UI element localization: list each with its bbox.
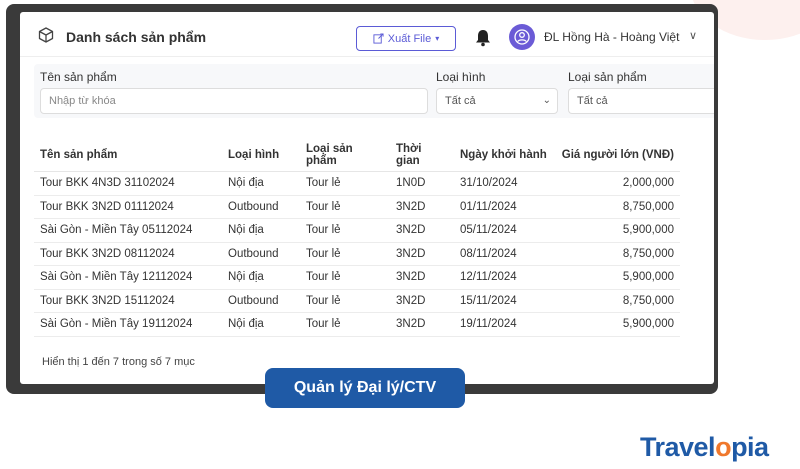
product-name-input[interactable]: Nhập từ khóa [40,88,428,114]
table-cell: 01/11/2024 [454,195,554,219]
table-cell: 12/11/2024 [454,265,554,290]
product-type-label: Loại sản phẩm [568,70,647,84]
table-cell: 8,750,000 [554,242,680,266]
page-title: Danh sách sản phẩm [66,29,207,45]
table-cell: Tour lẻ [300,171,390,196]
table-cell: 3N2D [390,289,454,313]
user-name[interactable]: ĐL Hồng Hà - Hoàng Việt [544,30,679,44]
filter-panel: Tên sản phẩm Nhập từ khóa Loại hình Tất … [34,64,714,118]
table-cell: 8,750,000 [554,195,680,219]
table-cell: Sài Gòn - Miền Tây 19112024 [34,312,222,337]
chevron-down-icon[interactable]: ∨ [689,29,697,42]
column-header[interactable]: Thời gian [390,138,454,172]
product-type-select[interactable]: Tất cả [568,88,714,114]
table-cell: Outbound [222,289,300,313]
table-cell: Nội địa [222,218,300,243]
table-row[interactable]: Tour BKK 3N2D 08112024 Outbound Tour lẻ … [34,242,680,266]
table-row[interactable]: Sài Gòn - Miền Tây 19112024 Nội địa Tour… [34,312,680,337]
type-select[interactable]: Tất cả ⌄ [436,88,558,114]
product-type-select-value: Tất cả [577,95,608,107]
type-label: Loại hình [436,70,486,84]
table-cell: Outbound [222,242,300,266]
pagination-info: Hiển thị 1 đến 7 trong số 7 mục [42,356,195,368]
user-avatar[interactable] [509,24,535,50]
table-cell: Tour BKK 3N2D 01112024 [34,195,222,219]
table-cell: Sài Gòn - Miền Tây 12112024 [34,265,222,290]
table-cell: Nội địa [222,171,300,196]
export-file-button[interactable]: Xuất File ▾ [356,26,456,51]
bell-icon[interactable] [475,29,491,47]
app-screen: Danh sách sản phẩm Xuất File ▾ ĐL Hồng H… [20,12,714,384]
table-cell: 5,900,000 [554,218,680,243]
table-cell: Tour lẻ [300,218,390,243]
table-cell: 15/11/2024 [454,289,554,313]
table-cell: Nội địa [222,265,300,290]
box-icon [38,27,54,43]
table-cell: Tour lẻ [300,265,390,290]
chevron-down-icon: ⌄ [542,95,551,106]
column-header[interactable]: Giá người lớn (VNĐ) [554,138,680,172]
table-row[interactable]: Tour BKK 3N2D 01112024 Outbound Tour lẻ … [34,195,680,219]
export-icon [373,33,384,44]
table-cell: 3N2D [390,218,454,243]
product-table: Tên sản phẩm Loại hình Loại sản phẩm Thờ… [34,138,680,337]
table-cell: 1N0D [390,171,454,196]
table-cell: Tour BKK 4N3D 31102024 [34,171,222,196]
table-cell: 05/11/2024 [454,218,554,243]
table-cell: 5,900,000 [554,265,680,290]
table-cell: 08/11/2024 [454,242,554,266]
type-select-value: Tất cả [445,95,476,107]
table-cell: 3N2D [390,312,454,337]
table-cell: 2,000,000 [554,171,680,196]
table-cell: 3N2D [390,195,454,219]
table-cell: 8,750,000 [554,289,680,313]
table-cell: 3N2D [390,242,454,266]
table-cell: 3N2D [390,265,454,290]
caption-banner: Quản lý Đại lý/CTV [265,368,465,408]
caret-down-icon: ▾ [435,34,440,43]
table-cell: 5,900,000 [554,312,680,337]
table-cell: 19/11/2024 [454,312,554,337]
top-bar: Danh sách sản phẩm Xuất File ▾ ĐL Hồng H… [20,12,714,57]
table-cell: Outbound [222,195,300,219]
table-row[interactable]: Tour BKK 3N2D 15112024 Outbound Tour lẻ … [34,289,680,313]
travelopia-logo: Travelopia [640,432,769,462]
column-header[interactable]: Loại hình [222,138,300,172]
user-icon [514,29,530,45]
table-cell: Tour BKK 3N2D 08112024 [34,242,222,266]
table-cell: Tour lẻ [300,312,390,337]
monitor-frame: Danh sách sản phẩm Xuất File ▾ ĐL Hồng H… [6,4,718,394]
table-row[interactable]: Tour BKK 4N3D 31102024 Nội địa Tour lẻ 1… [34,171,680,196]
table-header-row: Tên sản phẩm Loại hình Loại sản phẩm Thờ… [34,138,680,172]
table-cell: Tour lẻ [300,289,390,313]
table-row[interactable]: Sài Gòn - Miền Tây 05112024 Nội địa Tour… [34,218,680,243]
column-header[interactable]: Loại sản phẩm [300,138,390,172]
table-cell: Tour lẻ [300,242,390,266]
column-header[interactable]: Ngày khởi hành [454,138,554,172]
table-cell: Tour BKK 3N2D 15112024 [34,289,222,313]
column-header[interactable]: Tên sản phẩm [34,138,222,172]
product-name-placeholder: Nhập từ khóa [49,95,116,107]
export-label: Xuất File [387,32,432,45]
table-row[interactable]: Sài Gòn - Miền Tây 12112024 Nội địa Tour… [34,265,680,290]
table-cell: Tour lẻ [300,195,390,219]
table-cell: 31/10/2024 [454,171,554,196]
product-name-label: Tên sản phẩm [40,70,117,84]
table-cell: Sài Gòn - Miền Tây 05112024 [34,218,222,243]
table-cell: Nội địa [222,312,300,337]
